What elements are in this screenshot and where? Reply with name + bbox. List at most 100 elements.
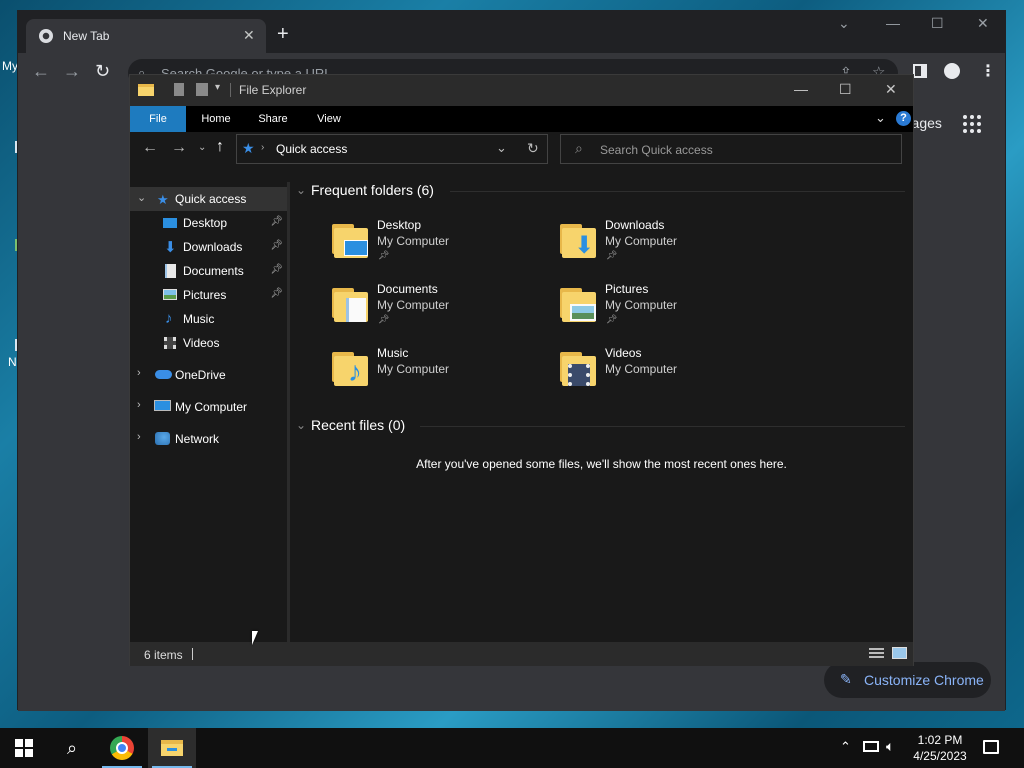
chrome-tab-title: New Tab	[63, 29, 110, 43]
folder-tile-documents[interactable]: Documents My Computer 📌︎	[330, 282, 550, 340]
network-status-icon[interactable]	[863, 741, 879, 752]
folder-name: Music	[377, 346, 409, 360]
forward-icon[interactable]: →	[171, 139, 187, 157]
chrome-tab[interactable]: New Tab ✕	[26, 19, 266, 53]
frequent-folders-title: Frequent folders (6)	[311, 182, 434, 198]
taskbar-file-explorer-button[interactable]	[148, 728, 196, 768]
nav-item-onedrive[interactable]: › OneDrive	[130, 363, 287, 387]
tab-search-icon[interactable]: ⌄	[838, 15, 850, 32]
large-icons-view-icon[interactable]	[892, 647, 907, 659]
pin-icon: 📌︎	[606, 314, 618, 324]
nav-label-pictures: Pictures	[183, 288, 227, 302]
ribbon-tabs: File Home Share View ⌄ ?	[130, 106, 913, 132]
maximize-icon[interactable]: ☐	[839, 81, 852, 98]
chrome-menu-icon[interactable]: ⋮	[980, 61, 996, 81]
address-row: ← → ⌄ ↑ ★ › Quick access ⌄ ↻ ⌕ Search Qu…	[130, 132, 913, 172]
expand-chevron-icon[interactable]: ›	[137, 399, 141, 411]
expand-ribbon-icon[interactable]: ⌄	[875, 110, 886, 126]
nav-item-quick-access[interactable]: ⌄ ★ Quick access	[130, 187, 287, 211]
nav-item-desktop[interactable]: Desktop 📌︎	[130, 211, 287, 235]
explorer-title: File Explorer	[239, 83, 307, 97]
ribbon-tab-file[interactable]: File	[130, 106, 186, 132]
close-tab-icon[interactable]: ✕	[243, 27, 255, 44]
nav-item-documents[interactable]: Documents 📌︎	[130, 259, 287, 283]
computer-icon	[154, 400, 171, 411]
folder-name: Videos	[605, 346, 642, 360]
music-folder-icon: ♪	[330, 348, 370, 388]
side-panel-icon[interactable]	[913, 64, 927, 78]
back-icon[interactable]: ←	[142, 139, 158, 157]
start-button[interactable]	[0, 728, 48, 768]
onedrive-cloud-icon	[155, 370, 172, 379]
picture-icon	[163, 289, 177, 300]
back-icon[interactable]: ←	[32, 61, 50, 82]
address-dropdown-icon[interactable]: ⌄	[496, 140, 507, 156]
pencil-icon: ✎	[840, 671, 852, 687]
collapse-chevron-icon[interactable]: ⌄	[137, 191, 146, 204]
refresh-icon[interactable]: ↻	[527, 140, 539, 157]
clock-time: 1:02 PM	[917, 733, 963, 747]
google-apps-icon[interactable]	[963, 115, 981, 133]
desktop-label-n[interactable]: N	[8, 355, 17, 369]
desktop-folder-icon	[330, 220, 370, 260]
film-icon	[164, 337, 176, 349]
notifications-icon[interactable]	[983, 740, 999, 754]
help-icon[interactable]: ?	[896, 111, 911, 126]
taskbar-clock[interactable]: 1:02 PM 4/25/2023	[912, 732, 968, 764]
ribbon-tab-view[interactable]: View	[306, 106, 352, 132]
close-icon[interactable]: ✕	[885, 81, 897, 98]
minimize-icon[interactable]: —	[886, 15, 900, 31]
taskbar-chrome-button[interactable]	[98, 728, 146, 768]
recent-locations-icon[interactable]: ⌄	[198, 142, 206, 153]
network-icon	[155, 432, 170, 445]
expand-chevron-icon[interactable]: ›	[137, 431, 141, 443]
nav-item-my-computer[interactable]: › My Computer	[130, 395, 287, 419]
nav-item-music[interactable]: ♪ Music	[130, 307, 287, 331]
taskbar-search-button[interactable]: ⌕	[48, 728, 96, 768]
search-placeholder: Search Quick access	[600, 143, 713, 157]
quick-access-content: ⌄ Frequent folders (6) Desktop My Comput…	[290, 172, 913, 642]
folder-tile-pictures[interactable]: Pictures My Computer 📌︎	[558, 282, 778, 340]
nav-item-pictures[interactable]: Pictures 📌︎	[130, 283, 287, 307]
new-tab-icon[interactable]: +	[277, 24, 289, 44]
up-icon[interactable]: ↑	[216, 138, 224, 156]
profile-icon[interactable]	[944, 63, 960, 79]
minimize-icon[interactable]: —	[794, 81, 808, 97]
desktop-icon	[163, 218, 177, 228]
show-hidden-icons-icon[interactable]: ⌃	[840, 739, 851, 755]
details-view-icon[interactable]	[869, 648, 884, 659]
customize-qat-icon[interactable]: ▾	[215, 82, 220, 93]
nav-item-videos[interactable]: Videos	[130, 331, 287, 355]
breadcrumb-quick-access[interactable]: Quick access	[276, 142, 347, 156]
ribbon-tab-share[interactable]: Share	[248, 106, 298, 132]
reload-icon[interactable]: ↻	[95, 61, 110, 82]
address-bar[interactable]: ★ › Quick access ⌄ ↻	[236, 134, 548, 164]
item-count: 6 items	[144, 648, 183, 662]
customize-chrome-button[interactable]: ✎ Customize Chrome	[824, 662, 991, 698]
folder-tile-downloads[interactable]: ⬇ Downloads My Computer 📌︎	[558, 218, 778, 276]
maximize-icon[interactable]: ☐	[931, 15, 944, 32]
properties-icon[interactable]	[174, 83, 184, 96]
desktop-label-my[interactable]: My	[2, 59, 18, 73]
close-icon[interactable]: ✕	[977, 15, 989, 32]
search-input[interactable]: ⌕ Search Quick access	[560, 134, 902, 164]
search-icon: ⌕	[66, 737, 78, 758]
folder-tile-music[interactable]: ♪ Music My Computer	[330, 346, 550, 404]
volume-icon[interactable]: 🔈︎	[886, 738, 894, 755]
folder-tile-videos[interactable]: Videos My Computer	[558, 346, 778, 404]
nav-label-onedrive: OneDrive	[175, 368, 226, 382]
clock-date: 4/25/2023	[913, 749, 967, 763]
ribbon-tab-home[interactable]: Home	[192, 106, 240, 132]
document-icon	[165, 264, 176, 278]
forward-icon[interactable]: →	[63, 61, 81, 82]
explorer-title-bar[interactable]: ▾ File Explorer — ☐ ✕	[130, 75, 913, 106]
nav-label-music: Music	[183, 312, 215, 326]
nav-item-network[interactable]: › Network	[130, 427, 287, 451]
nav-label-quick-access: Quick access	[175, 192, 247, 206]
pin-icon: 📌︎	[378, 250, 390, 260]
pin-icon: 📌︎	[270, 288, 283, 299]
expand-chevron-icon[interactable]: ›	[137, 367, 141, 379]
new-folder-icon[interactable]	[196, 83, 208, 96]
folder-tile-desktop[interactable]: Desktop My Computer 📌︎	[330, 218, 550, 276]
nav-item-downloads[interactable]: ⬇ Downloads 📌︎	[130, 235, 287, 259]
